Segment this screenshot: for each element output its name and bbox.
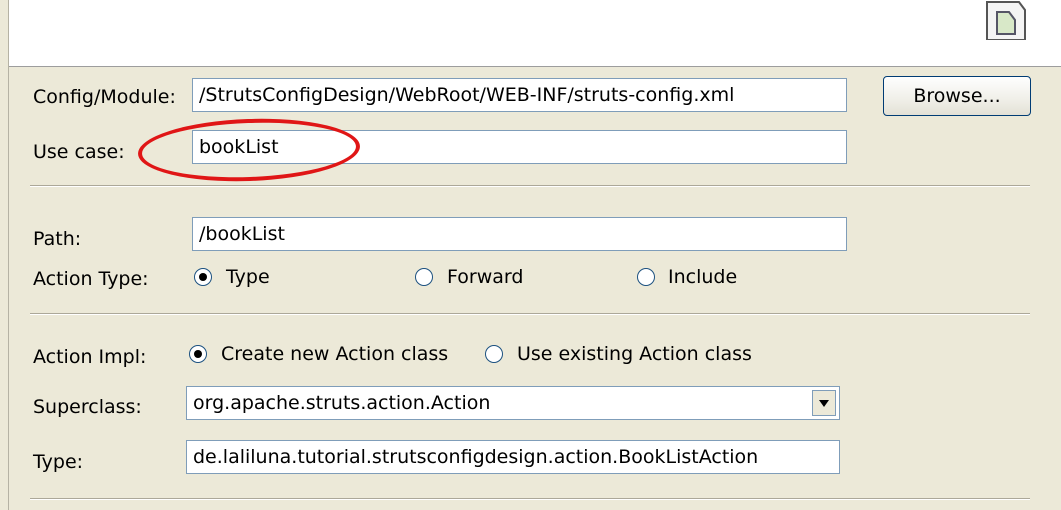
browse-button[interactable]: Browse... [883, 76, 1031, 116]
superclass-value: org.apache.struts.action.Action [193, 392, 491, 414]
path-field[interactable]: /bookList [192, 217, 847, 251]
config-module-label: Config/Module: [33, 86, 176, 108]
chevron-down-icon[interactable] [812, 390, 836, 416]
use-case-label: Use case: [33, 141, 125, 163]
superclass-label: Superclass: [33, 396, 142, 418]
create-new-action-radio[interactable] [189, 345, 207, 363]
wizard-banner [0, 0, 1061, 67]
path-label: Path: [33, 228, 82, 250]
separator [30, 498, 1030, 500]
superclass-select[interactable]: org.apache.struts.action.Action [186, 386, 840, 420]
panel-left-edge [0, 0, 9, 510]
action-type-label: Action Type: [33, 268, 149, 290]
wizard-logo-icon [986, 1, 1026, 40]
action-type-type-radio[interactable] [194, 268, 212, 286]
use-existing-action-label[interactable]: Use existing Action class [517, 343, 752, 365]
action-type-forward-label[interactable]: Forward [447, 266, 523, 288]
type-field[interactable]: de.laliluna.tutorial.strutsconfigdesign.… [186, 440, 840, 474]
type-label: Type: [33, 451, 84, 473]
separator [30, 185, 1030, 187]
create-new-action-label[interactable]: Create new Action class [221, 343, 448, 365]
action-impl-label: Action Impl: [33, 346, 147, 368]
use-existing-action-radio[interactable] [485, 345, 503, 363]
action-type-type-label[interactable]: Type [226, 266, 270, 288]
action-type-include-label[interactable]: Include [668, 266, 737, 288]
action-type-include-radio[interactable] [637, 268, 655, 286]
use-case-field[interactable]: bookList [192, 130, 847, 164]
separator [30, 313, 1030, 315]
config-module-field[interactable]: /StrutsConfigDesign/WebRoot/WEB-INF/stru… [192, 78, 847, 112]
action-type-forward-radio[interactable] [415, 268, 433, 286]
